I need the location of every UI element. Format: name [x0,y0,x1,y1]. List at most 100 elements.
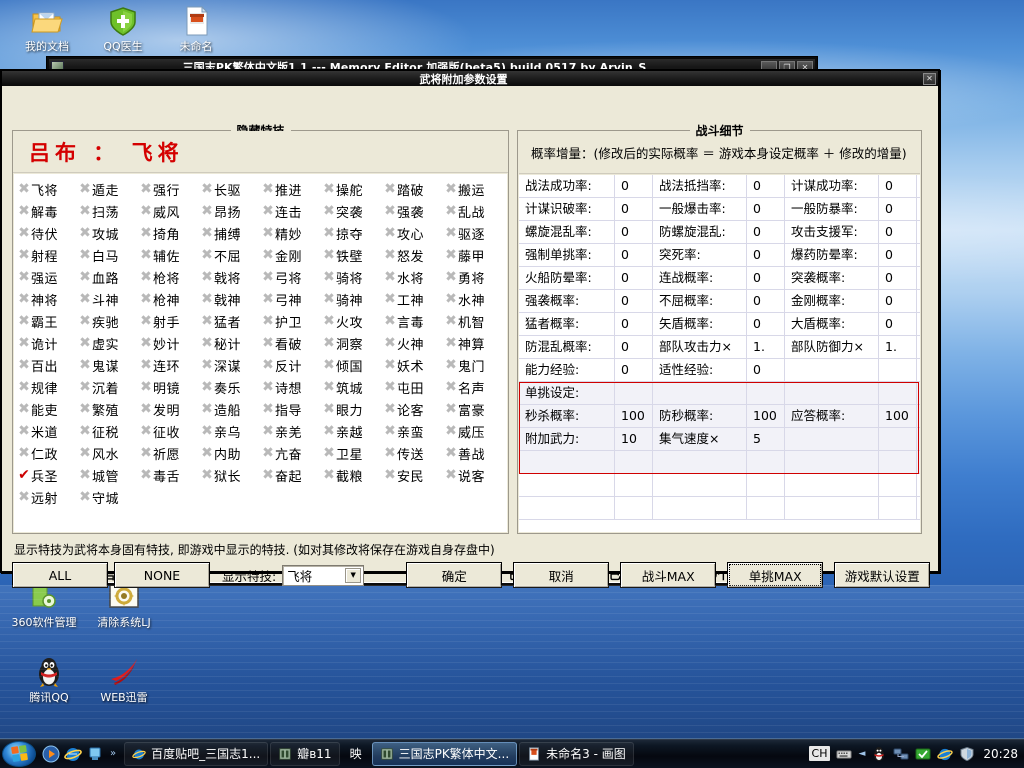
show-skill-select[interactable]: 飞将 ▼ [282,564,365,586]
skill-checkbox[interactable]: ✖ 操舵 [322,178,383,200]
skill-checkbox[interactable]: ✖ 攻心 [383,222,444,244]
skill-checkbox[interactable]: ✖ 霸王 [17,310,78,332]
skill-checkbox[interactable]: ✖ 鬼门 [444,354,505,376]
skill-checkbox[interactable]: ✖ 水将 [383,266,444,288]
skill-checkbox[interactable]: ✖ 射手 [139,310,200,332]
none-button[interactable]: NONE [114,562,210,588]
skill-checkbox[interactable]: ✖ 明镜 [139,376,200,398]
skill-checkbox[interactable]: ✖ 深谋 [200,354,261,376]
skill-checkbox[interactable]: ✖ 火攻 [322,310,383,332]
skill-checkbox[interactable]: ✖ 沉着 [78,376,139,398]
parameter-value[interactable]: 0 [747,290,785,313]
parameter-value[interactable]: 0 [879,175,917,198]
game-default-button[interactable]: 游戏默认设置 [834,562,931,588]
skill-checkbox[interactable]: ✖ 机智 [444,310,505,332]
skill-checkbox[interactable]: ✖ 骑将 [322,266,383,288]
skill-checkbox[interactable]: ✖ 倾国 [322,354,383,376]
parameter-value[interactable]: 100 [879,405,917,428]
skill-checkbox[interactable]: ✖ 亲乌 [200,420,261,442]
skill-checkbox[interactable]: ✖ 搬运 [444,178,505,200]
task-paint[interactable]: 未命名3 - 画图 [519,741,634,766]
skill-checkbox[interactable]: ✖ 白马 [78,244,139,266]
skill-checkbox[interactable]: ✖ 论客 [383,398,444,420]
taskbar-clock[interactable]: 20:28 [983,747,1018,761]
skill-checkbox[interactable]: ✖ 藤甲 [444,244,505,266]
parameter-value[interactable]: 10 [615,428,653,451]
skill-checkbox[interactable]: ✖ 推进 [261,178,322,200]
shield-icon[interactable] [959,746,975,762]
parameter-value[interactable]: 0 [747,244,785,267]
skill-checkbox[interactable]: ✖ 强运 [17,266,78,288]
skill-checkbox[interactable]: ✖ 亲越 [322,420,383,442]
skill-checkbox[interactable]: ✖ 疾驰 [78,310,139,332]
skill-checkbox[interactable]: ✖ 连环 [139,354,200,376]
skill-checkbox[interactable]: ✖ 仁政 [17,442,78,464]
skill-checkbox[interactable]: ✖ 亲羌 [261,420,322,442]
skill-checkbox[interactable]: ✖ 亲蛮 [383,420,444,442]
skill-checkbox[interactable]: ✖ 弓将 [261,266,322,288]
skill-checkbox[interactable]: ✖ 踏破 [383,178,444,200]
skill-checkbox[interactable]: ✖ 强行 [139,178,200,200]
skill-checkbox[interactable]: ✖ 城管 [78,464,139,486]
skill-checkbox[interactable]: ✔ 兵圣 [17,464,78,486]
skill-checkbox[interactable]: ✖ 驱逐 [444,222,505,244]
parameter-value[interactable]: 0 [615,313,653,336]
battle-max-button[interactable]: 战斗MAX [620,562,717,588]
skill-checkbox[interactable]: ✖ 骑神 [322,288,383,310]
skill-checkbox[interactable]: ✖ 金刚 [261,244,322,266]
skill-checkbox[interactable]: ✖ 狱长 [200,464,261,486]
skill-checkbox[interactable]: ✖ 发明 [139,398,200,420]
parameter-value[interactable]: 0 [747,175,785,198]
skill-checkbox[interactable]: ✖ 亢奋 [261,442,322,464]
skill-checkbox[interactable]: ✖ 弓神 [261,288,322,310]
skill-checkbox[interactable]: ✖ 射程 [17,244,78,266]
skill-checkbox[interactable]: ✖ 风水 [78,442,139,464]
skill-checkbox[interactable]: ✖ 斗神 [78,288,139,310]
parameter-value[interactable]: 1. [747,336,785,359]
parameter-value[interactable]: 0 [879,244,917,267]
skill-checkbox[interactable]: ✖ 秘计 [200,332,261,354]
skill-checkbox[interactable]: ✖ 毒舌 [139,464,200,486]
skill-checkbox[interactable]: ✖ 指导 [261,398,322,420]
cancel-button[interactable]: 取消 [513,562,610,588]
skill-checkbox[interactable]: ✖ 传送 [383,442,444,464]
parameter-value[interactable]: 100 [747,405,785,428]
skill-checkbox[interactable]: ✖ 眼力 [322,398,383,420]
skill-checkbox[interactable]: ✖ 看破 [261,332,322,354]
skill-checkbox[interactable]: ✖ 神将 [17,288,78,310]
skill-checkbox[interactable]: ✖ 昂扬 [200,200,261,222]
skill-checkbox[interactable]: ✖ 反计 [261,354,322,376]
skill-checkbox-grid[interactable]: ✖ 飞将 ✖ 遁走 ✖ 强行 ✖ 长驱 ✖ 推进 ✖ 操舵 ✖ 踏破 ✖ 搬运 ✖ 解毒 ✖ 扫荡 ✖ 威风 ✖ 昂扬 ✖ 连击 ✖… [14,174,507,532]
desktop-icon-qq-doctor[interactable]: QQ医生 [84,4,162,53]
parameter-value[interactable]: 0 [747,267,785,290]
desktop-icon-my-documents[interactable]: 我的文档 [8,4,86,53]
parameter-value[interactable]: 1. [879,336,917,359]
skill-checkbox[interactable]: ✖ 扫荡 [78,200,139,222]
task-ban-11[interactable]: 瓣в11 [270,741,340,766]
skill-checkbox[interactable]: ✖ 突袭 [322,200,383,222]
skill-checkbox[interactable]: ✖ 火神 [383,332,444,354]
parameter-value[interactable]: 0 [879,290,917,313]
skill-checkbox[interactable]: ✖ 征税 [78,420,139,442]
network-icon[interactable] [893,746,909,762]
skill-checkbox[interactable]: ✖ 米道 [17,420,78,442]
parameter-value[interactable] [879,359,917,382]
parameter-value[interactable]: 0 [615,198,653,221]
skill-checkbox[interactable]: ✖ 护卫 [261,310,322,332]
parameter-value[interactable]: 5 [747,428,785,451]
desktop-icon-web-thunder[interactable]: WEB迅雷 [85,655,163,704]
parameter-value[interactable]: 0 [615,221,653,244]
desktop-icon-untitled-file[interactable]: 未命名 [157,4,235,53]
skill-checkbox[interactable]: ✖ 威压 [444,420,505,442]
all-button[interactable]: ALL [12,562,108,588]
skill-checkbox[interactable]: ✖ 连击 [261,200,322,222]
close-icon[interactable]: ✕ [923,72,936,85]
skill-checkbox[interactable]: ✖ 诗想 [261,376,322,398]
skill-checkbox[interactable]: ✖ 掎角 [139,222,200,244]
skill-checkbox[interactable]: ✖ 奋起 [261,464,322,486]
skill-checkbox[interactable]: ✖ 飞将 [17,178,78,200]
skill-checkbox[interactable]: ✖ 待伏 [17,222,78,244]
skill-checkbox[interactable]: ✖ 截粮 [322,464,383,486]
skill-checkbox[interactable]: ✖ 名声 [444,376,505,398]
chevron-down-icon[interactable]: ▼ [345,567,362,583]
